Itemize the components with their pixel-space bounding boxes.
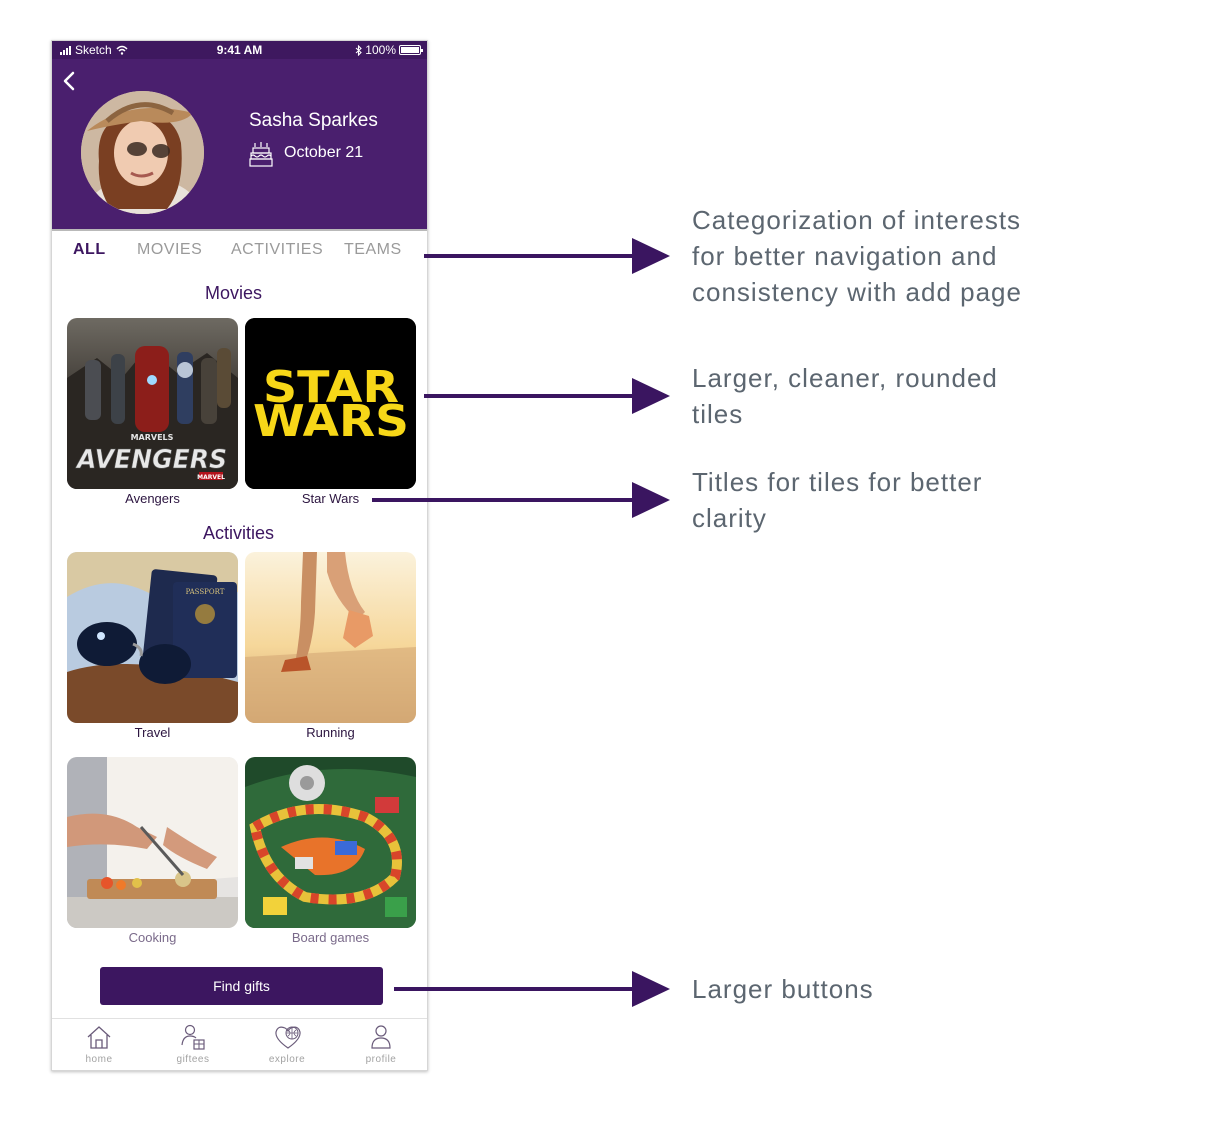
cooking-photo	[67, 757, 238, 928]
tile-travel[interactable]: PASSPORT	[67, 552, 238, 723]
movies-section-title: Movies	[204, 283, 262, 303]
profile-icon	[371, 1025, 391, 1049]
battery-fill	[401, 47, 419, 53]
back-chevron-icon[interactable]	[60, 69, 80, 93]
explore-icon	[275, 1026, 301, 1049]
tabbar-giftees[interactable]: giftees	[146, 1019, 240, 1070]
passport-text: PASSPORT	[186, 588, 225, 596]
annotation-titles: Titles for tiles for better clarity	[692, 464, 982, 536]
birthday-cake-icon	[249, 142, 273, 167]
tile-label-avengers: Avengers	[125, 491, 180, 506]
star-wars-logo-line2: WARS	[253, 396, 409, 447]
bottom-tab-bar: home giftees explore profile	[52, 1018, 427, 1070]
tile-board-games[interactable]	[245, 757, 416, 928]
annotation-categorization: Categorization of interests for better n…	[692, 202, 1022, 310]
tab-movies[interactable]: MOVIES	[137, 241, 202, 259]
tabbar-explore-label: explore	[268, 1054, 306, 1065]
giftees-icon	[181, 1024, 205, 1050]
tabbar-explore[interactable]: explore	[240, 1019, 334, 1070]
profile-header: Sketch 9:41 AM 100% Sasha Sparkes Octobe…	[52, 41, 427, 229]
annotation-line: tiles	[692, 399, 744, 429]
phone-screen: Sketch 9:41 AM 100% Sasha Sparkes Octobe…	[51, 40, 428, 1071]
tabbar-home-label: home	[85, 1054, 113, 1065]
bluetooth-icon	[355, 44, 363, 56]
avengers-poster-title: AVENGERS	[75, 445, 227, 475]
annotation-line: Larger buttons	[692, 974, 874, 1004]
tab-activities[interactable]: ACTIVITIES	[231, 241, 323, 259]
board-game-photo	[245, 757, 416, 928]
tabbar-home[interactable]: home	[52, 1019, 146, 1070]
running-photo	[245, 552, 416, 723]
annotation-line: clarity	[692, 503, 767, 533]
battery-percent: 100%	[365, 43, 396, 57]
tabbar-profile-label: profile	[365, 1054, 397, 1065]
avengers-poster-top-text: MARVELS	[131, 433, 174, 442]
annotation-line: for better navigation and	[692, 241, 998, 271]
tile-running[interactable]	[245, 552, 416, 723]
tabbar-giftees-label: giftees	[176, 1054, 210, 1065]
tabbar-profile[interactable]: profile	[334, 1019, 427, 1070]
tile-avengers[interactable]: MARVELS AVENGERS MARVEL	[67, 318, 238, 489]
find-gifts-button[interactable]: Find gifts	[100, 967, 383, 1005]
status-bar: Sketch 9:41 AM 100%	[52, 41, 427, 59]
annotation-buttons: Larger buttons	[692, 971, 874, 1007]
tile-cooking[interactable]	[67, 757, 238, 928]
tile-label-travel: Travel	[134, 725, 171, 740]
annotation-line: Larger, cleaner, rounded	[692, 363, 998, 393]
tile-star-wars[interactable]: STAR WARS	[245, 318, 416, 489]
profile-birthday: October 21	[284, 144, 364, 161]
star-wars-logo: STAR WARS	[245, 318, 416, 489]
tab-all[interactable]: ALL	[73, 241, 106, 259]
activities-section-title: Activities	[202, 523, 274, 543]
profile-name: Sasha Sparkes	[249, 110, 378, 131]
annotation-tiles: Larger, cleaner, rounded tiles	[692, 360, 998, 432]
annotation-arrow-buttons	[394, 971, 670, 1007]
avengers-poster-badge: MARVEL	[197, 474, 225, 481]
category-tabs: ALL MOVIES ACTIVITIES TEAMS	[52, 229, 427, 271]
travel-photo: PASSPORT	[67, 552, 238, 723]
avatar-photo	[81, 91, 204, 214]
annotation-arrow-titles	[372, 482, 670, 518]
annotation-line: Titles for tiles for better	[692, 467, 983, 497]
avengers-poster: MARVELS AVENGERS MARVEL	[67, 318, 238, 489]
annotation-arrow-tiles	[424, 378, 670, 414]
tile-label-cooking: Cooking	[128, 930, 177, 945]
battery-icon	[399, 45, 423, 55]
tile-label-running: Running	[306, 725, 355, 740]
annotation-arrow-tabs	[424, 238, 670, 274]
tab-teams[interactable]: TEAMS	[344, 241, 402, 259]
annotation-line: Categorization of interests	[692, 205, 1022, 235]
annotation-line: consistency with add page	[692, 277, 1022, 307]
tile-label-board-games: Board games	[291, 930, 370, 945]
home-icon	[87, 1026, 111, 1049]
avatar	[81, 91, 204, 214]
